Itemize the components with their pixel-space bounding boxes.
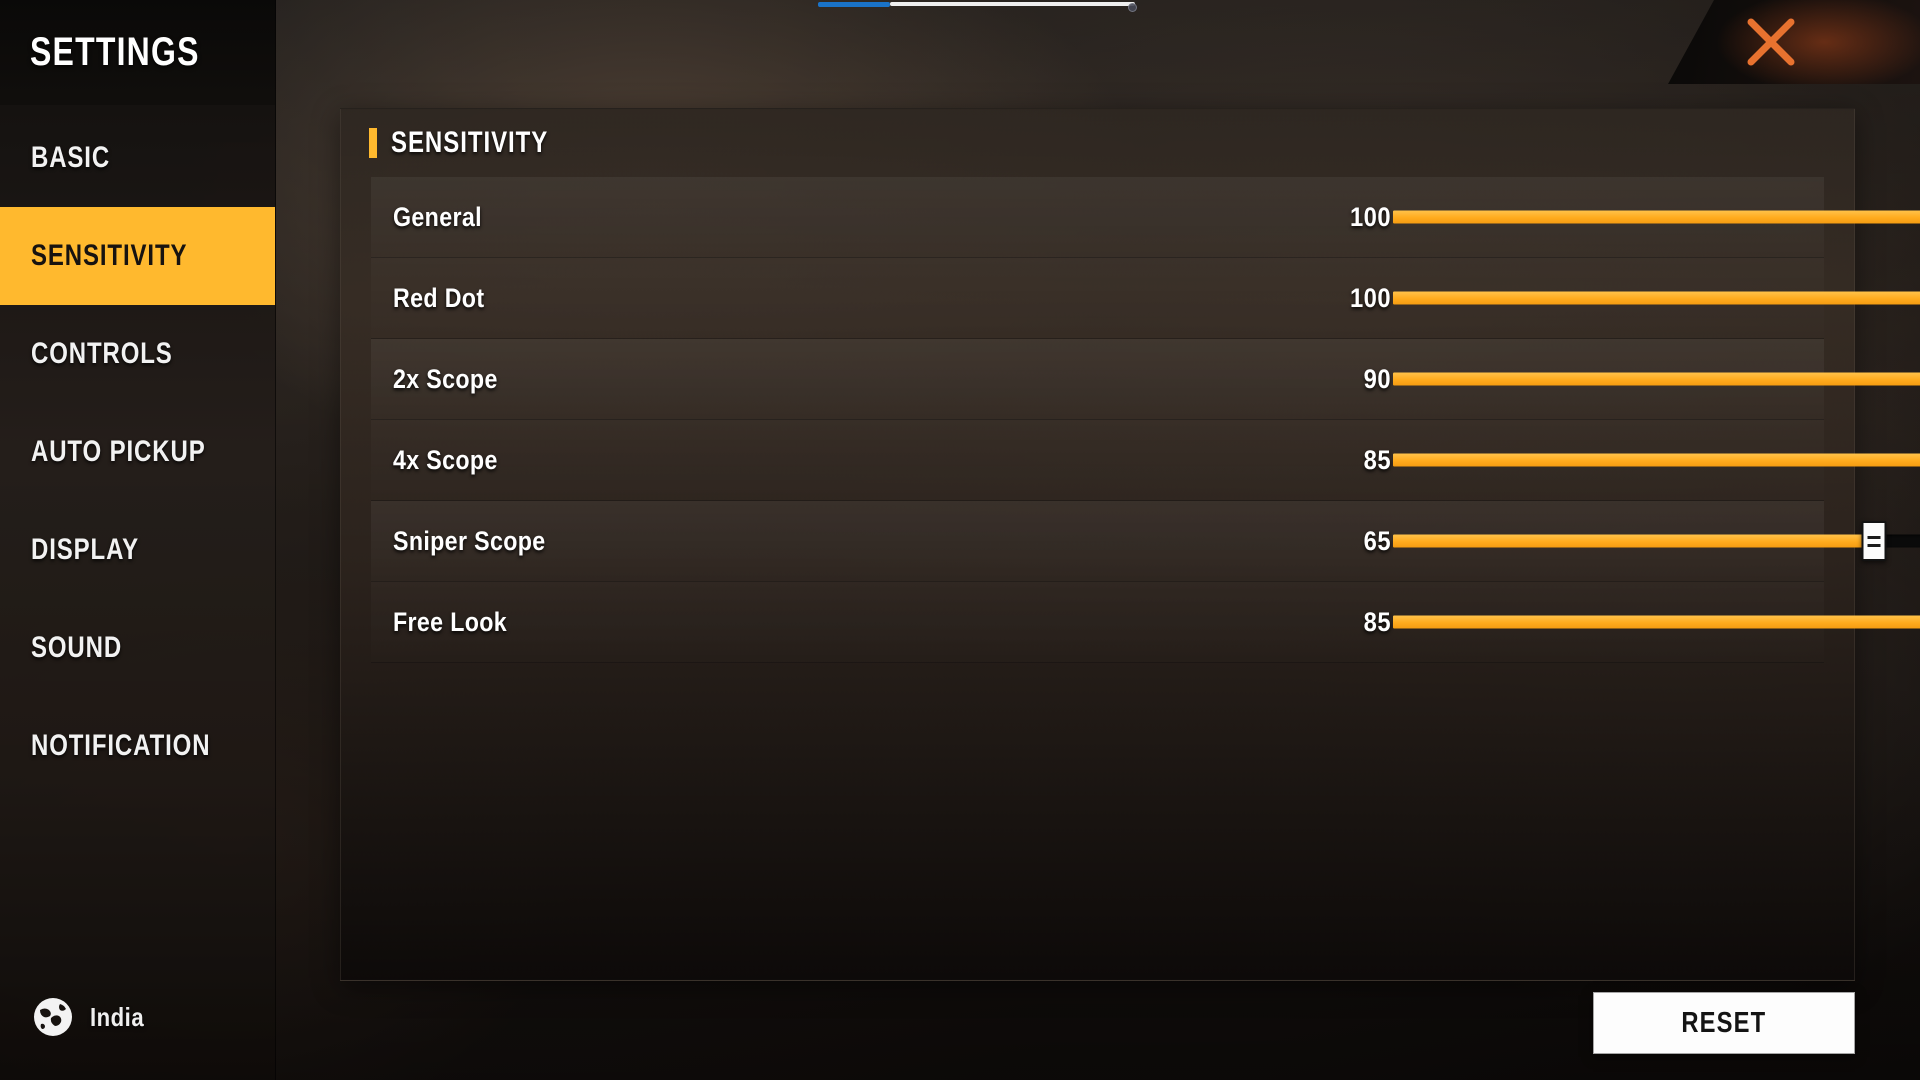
slider-fill — [1393, 291, 1920, 305]
slider-thumb[interactable] — [1861, 521, 1887, 561]
setting-label: General — [393, 201, 482, 232]
header-accent-bar — [369, 128, 377, 158]
sidebar-item-label: SENSITIVITY — [31, 239, 188, 272]
sensitivity-slider-red-dot[interactable] — [1393, 278, 1920, 318]
sidebar-item-label: AUTO PICKUP — [31, 435, 206, 468]
settings-sidebar: SETTINGS BASIC SENSITIVITY CONTROLS AUTO… — [0, 0, 276, 1080]
panel-header: SENSITIVITY — [341, 109, 1854, 177]
slider-fill — [1393, 615, 1920, 629]
thumb-grip-line — [1867, 535, 1881, 539]
region-selector[interactable]: India — [32, 996, 154, 1038]
sidebar-item-sound[interactable]: SOUND — [0, 599, 275, 697]
sensitivity-slider-free-look[interactable] — [1393, 602, 1920, 642]
setting-row-sniper-scope: Sniper Scope 65 — [371, 501, 1920, 582]
thumb-grip-line — [1867, 543, 1881, 547]
setting-row-free-look: Free Look 85 — [371, 582, 1920, 663]
video-scrubber[interactable] — [0, 0, 1920, 12]
setting-value: 85 — [1363, 606, 1391, 637]
sidebar-item-controls[interactable]: CONTROLS — [0, 305, 275, 403]
scrubber-handle[interactable] — [1128, 3, 1137, 12]
region-label: India — [90, 1001, 145, 1032]
setting-label: Sniper Scope — [393, 525, 546, 556]
globe-icon — [34, 998, 72, 1036]
sensitivity-slider-general[interactable] — [1393, 197, 1920, 237]
sidebar-item-sensitivity[interactable]: SENSITIVITY — [0, 207, 275, 305]
setting-row-red-dot: Red Dot 100 — [371, 258, 1920, 339]
setting-row-4x-scope: 4x Scope 85 — [371, 420, 1920, 501]
slider-fill — [1393, 534, 1874, 548]
slider-fill — [1393, 210, 1920, 224]
sidebar-title-bar: SETTINGS — [0, 0, 275, 105]
close-icon — [1747, 18, 1795, 66]
sensitivity-slider-2x-scope[interactable] — [1393, 359, 1920, 399]
setting-value: 100 — [1350, 282, 1391, 313]
slider-fill — [1393, 372, 1920, 386]
sidebar-item-label: SOUND — [31, 631, 123, 664]
sidebar-item-label: CONTROLS — [31, 337, 173, 370]
sidebar-nav-list: BASIC SENSITIVITY CONTROLS AUTO PICKUP D… — [0, 109, 275, 795]
scrubber-progress-fill — [818, 2, 890, 7]
scrubber-track[interactable] — [890, 2, 1135, 6]
setting-value: 85 — [1363, 444, 1391, 475]
setting-label: 2x Scope — [393, 363, 498, 394]
page-title: SETTINGS — [30, 30, 200, 74]
reset-button[interactable]: RESET — [1593, 992, 1855, 1054]
setting-label: Free Look — [393, 606, 508, 637]
panel-title: SENSITIVITY — [391, 126, 549, 159]
setting-value: 100 — [1350, 201, 1391, 232]
setting-value: 90 — [1363, 363, 1391, 394]
setting-row-2x-scope: 2x Scope 90 — [371, 339, 1920, 420]
sidebar-item-basic[interactable]: BASIC — [0, 109, 275, 207]
setting-row-general: General 100 — [371, 177, 1920, 258]
setting-label: Red Dot — [393, 282, 485, 313]
sensitivity-slider-4x-scope[interactable] — [1393, 440, 1920, 480]
sidebar-item-auto-pickup[interactable]: AUTO PICKUP — [0, 403, 275, 501]
sidebar-item-label: NOTIFICATION — [31, 729, 211, 762]
setting-value: 65 — [1363, 525, 1391, 556]
sidebar-item-notification[interactable]: NOTIFICATION — [0, 697, 275, 795]
setting-label: 4x Scope — [393, 444, 498, 475]
sidebar-item-label: DISPLAY — [31, 533, 139, 566]
sidebar-item-display[interactable]: DISPLAY — [0, 501, 275, 599]
sensitivity-rows: General 100 Red Dot 100 2x Scope 90 4x S… — [371, 177, 1920, 663]
sensitivity-panel: SENSITIVITY General 100 Red Dot 100 2x S… — [340, 108, 1920, 981]
slider-fill — [1393, 453, 1920, 467]
sidebar-item-label: BASIC — [31, 141, 111, 174]
sensitivity-slider-sniper-scope[interactable] — [1393, 521, 1920, 561]
reset-button-label: RESET — [1681, 1006, 1767, 1039]
